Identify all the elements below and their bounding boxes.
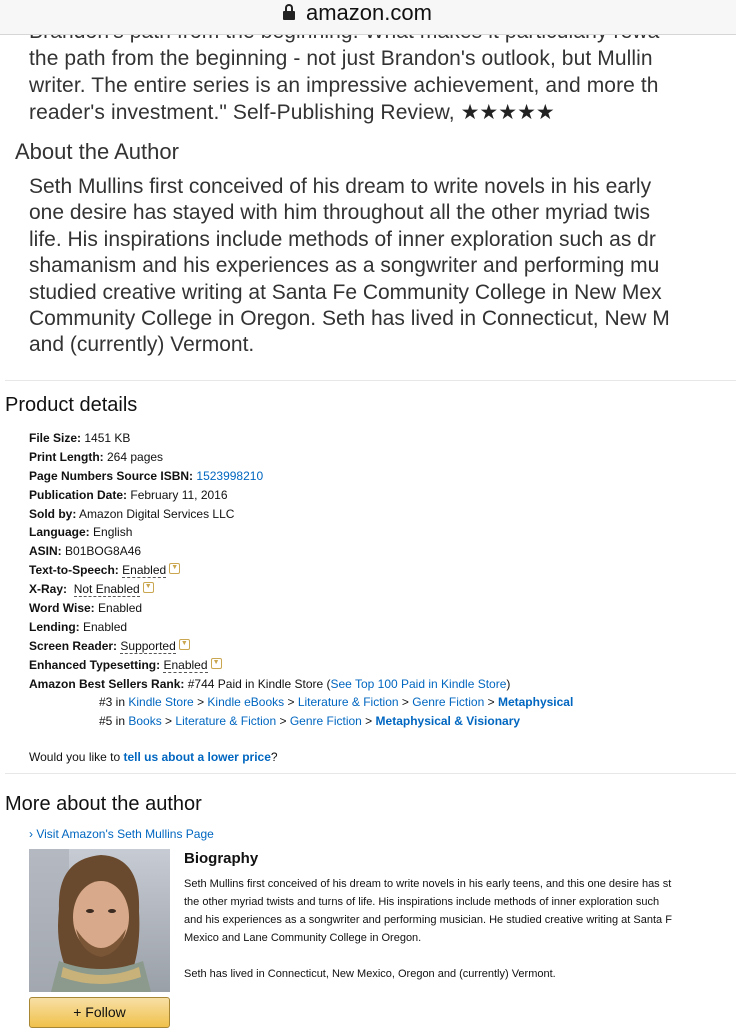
category-link[interactable]: Genre Fiction <box>290 714 362 728</box>
about-line: Seth Mullins first conceived of his drea… <box>29 175 652 198</box>
review-line: the path from the beginning - not just B… <box>29 47 653 70</box>
detail-file-size: File Size: 1451 KB <box>29 431 131 445</box>
chevron-down-icon[interactable]: ▼ <box>169 563 181 575</box>
top-100-link[interactable]: See Top 100 Paid in Kindle Store <box>331 677 507 691</box>
biography-heading: Biography <box>184 850 259 867</box>
detail-text-to-speech: Text-to-Speech: Enabled ▼ <box>29 561 573 580</box>
lower-price-prompt: Would you like to tell us about a lower … <box>29 750 278 764</box>
author-page-link[interactable]: › Visit Amazon's Seth Mullins Page <box>29 827 214 841</box>
about-author-text: Seth Mullins first conceived of his drea… <box>29 174 670 359</box>
rank-category-row: #5 in Books > Literature & Fiction > Gen… <box>99 714 521 729</box>
bio-line: Seth Mullins first conceived of his drea… <box>184 878 672 890</box>
section-divider <box>5 380 736 381</box>
detail-enhanced-typesetting: Enhanced Typesetting: Enabled ▼ <box>29 656 573 675</box>
category-link[interactable]: Books <box>128 714 161 728</box>
tts-popover-trigger[interactable]: Enabled <box>122 564 167 579</box>
chevron-down-icon[interactable]: ▼ <box>210 657 222 669</box>
avatar[interactable] <box>29 849 170 992</box>
screen-reader-popover-trigger[interactable]: Supported <box>120 639 176 654</box>
category-link[interactable]: Literature & Fiction <box>175 714 276 728</box>
star-rating: ★★★★★ <box>460 101 555 124</box>
detail-screen-reader: Screen Reader: Supported ▼ <box>29 637 573 656</box>
detail-language: Language: English <box>29 525 133 540</box>
xray-popover-trigger[interactable]: Not Enabled <box>73 583 140 598</box>
detail-lending: Lending: Enabled <box>29 619 128 634</box>
lower-price-link[interactable]: tell us about a lower price <box>124 750 271 764</box>
detail-isbn: Page Numbers Source ISBN: 1523998210 <box>29 468 264 483</box>
detail-xray: X-Ray: Not Enabled ▼ <box>29 580 573 599</box>
chevron-down-icon[interactable]: ▼ <box>142 582 154 594</box>
about-line: life. His inspirations include methods o… <box>29 227 656 251</box>
about-author-heading: About the Author <box>15 139 179 164</box>
category-link[interactable]: Metaphysical <box>498 695 573 709</box>
biography-text: Seth Mullins first conceived of his drea… <box>184 875 672 983</box>
bio-line: Mexico and Lane Community College in Ore… <box>184 932 422 944</box>
lock-icon <box>283 4 295 20</box>
bio-line: the other myriad twists and turns of lif… <box>184 896 660 908</box>
detail-publication-date: Publication Date: February 11, 2016 <box>29 487 228 502</box>
rank-category-row: #3 in Kindle Store > Kindle eBooks > Lit… <box>99 695 574 710</box>
category-link[interactable]: Metaphysical & Visionary <box>376 714 521 728</box>
product-details-heading: Product details <box>5 394 138 416</box>
review-line: reader's investment." Self-Publishing Re… <box>29 101 555 124</box>
about-line: shamanism and his experiences as a songw… <box>29 254 660 278</box>
section-divider <box>5 773 736 774</box>
category-link[interactable]: Literature & Fiction <box>298 695 399 709</box>
address-bar[interactable]: amazon.com <box>0 0 736 35</box>
chevron-down-icon[interactable]: ▼ <box>178 638 190 650</box>
isbn-link[interactable]: 1523998210 <box>196 469 263 483</box>
follow-author-button[interactable]: + Follow <box>29 997 170 1028</box>
url-domain[interactable]: amazon.com <box>306 0 432 26</box>
detail-best-sellers-rank: Amazon Best Sellers Rank: #744 Paid in K… <box>29 676 511 691</box>
more-about-author-heading: More about the author <box>5 793 202 815</box>
bio-line: and his experiences as a songwriter and … <box>184 914 672 926</box>
product-details-list: File Size: 1451 KB Print Length: 264 pag… <box>29 429 573 731</box>
category-link[interactable]: Kindle eBooks <box>207 695 284 709</box>
about-line: and (currently) Vermont. <box>29 333 255 357</box>
detail-print-length: Print Length: 264 pages <box>29 449 164 464</box>
about-line: one desire has stayed with him throughou… <box>29 201 650 225</box>
category-link[interactable]: Kindle Store <box>128 695 193 709</box>
about-line: studied creative writing at Santa Fe Com… <box>29 280 662 304</box>
detail-word-wise: Word Wise: Enabled <box>29 601 143 616</box>
about-line: Community College in Oregon. Seth has li… <box>29 307 670 331</box>
bio-line: Seth has lived in Connecticut, New Mexic… <box>184 968 556 980</box>
detail-sold-by: Sold by: Amazon Digital Services LLC <box>29 506 235 521</box>
review-line: writer. The entire series is an impressi… <box>29 74 659 97</box>
category-link[interactable]: Genre Fiction <box>412 695 484 709</box>
typesetting-popover-trigger[interactable]: Enabled <box>163 658 208 673</box>
detail-asin: ASIN: B01BOG8A46 <box>29 544 142 559</box>
